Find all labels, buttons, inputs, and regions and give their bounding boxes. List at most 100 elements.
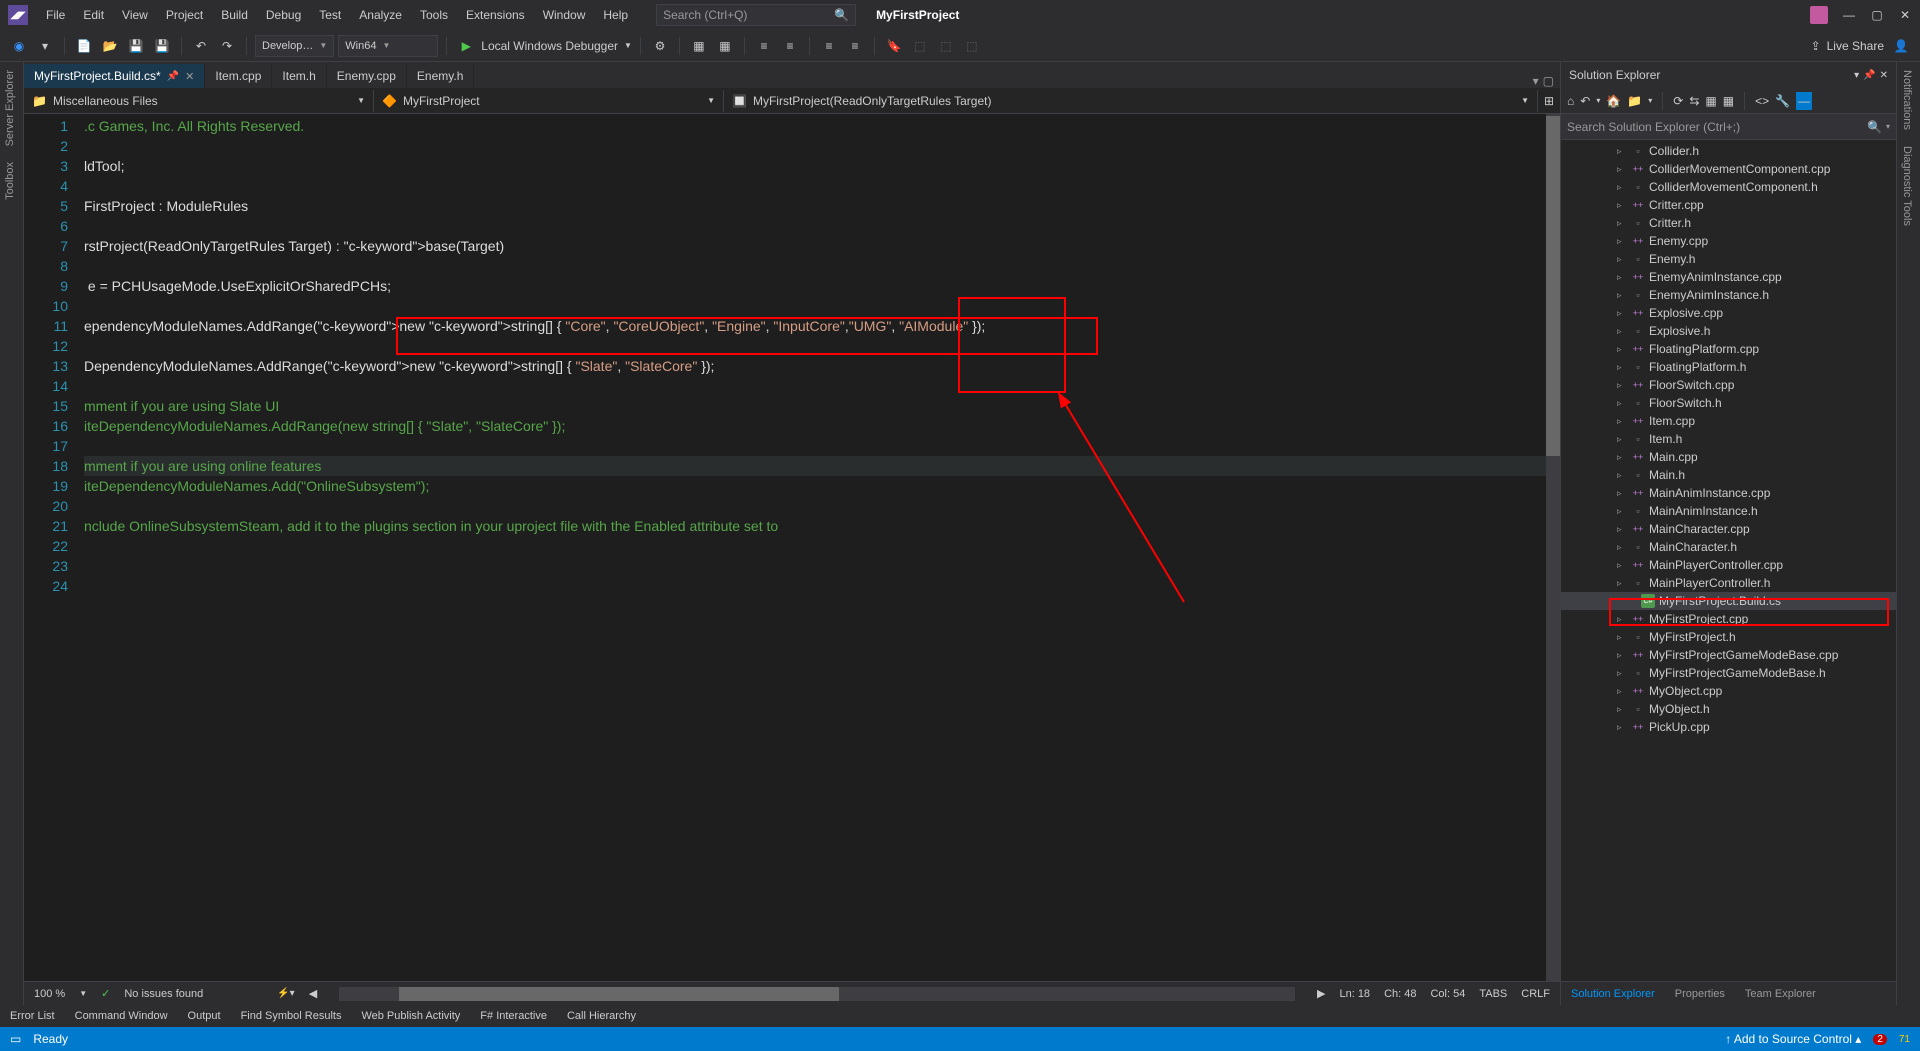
expand-arrow-icon[interactable]: ▹ [1617,542,1627,553]
panel-pin-icon[interactable]: 📌 [1863,70,1875,81]
open-file-button[interactable]: 📂 [99,35,121,57]
menu-tools[interactable]: Tools [412,4,456,26]
wrench-icon[interactable]: 🔧 [1775,94,1790,108]
back-icon[interactable]: ↶ [1580,94,1590,108]
menu-debug[interactable]: Debug [258,4,309,26]
expand-arrow-icon[interactable]: ▹ [1617,578,1627,589]
nav-type-dropdown[interactable]: 🔶 MyFirstProject ▼ [374,90,724,112]
expand-arrow-icon[interactable]: ▹ [1617,434,1627,445]
refresh-icon[interactable]: ⟳ [1673,94,1683,108]
editor-hscrollbar[interactable] [339,987,1295,1001]
tree-file-main-h[interactable]: ▹▫Main.h [1561,466,1896,484]
start-debug-button[interactable]: ▶ [455,35,477,57]
tab-error-list[interactable]: Error List [10,1010,55,1022]
source-control-button[interactable]: ↑ Add to Source Control ▴ [1725,1032,1861,1046]
toolbar-icon[interactable]: ▦ [688,35,710,57]
tree-file-item-cpp[interactable]: ▹++Item.cpp [1561,412,1896,430]
expand-arrow-icon[interactable]: ▹ [1617,560,1627,571]
diagnostic-tools-tab[interactable]: Diagnostic Tools [1897,138,1917,234]
expand-arrow-icon[interactable]: ▹ [1617,470,1627,481]
tree-file-explosive-cpp[interactable]: ▹++Explosive.cpp [1561,304,1896,322]
expand-arrow-icon[interactable]: ▹ [1617,380,1627,391]
expand-arrow-icon[interactable]: ▹ [1617,506,1627,517]
preview-icon[interactable]: <> [1755,94,1769,108]
quick-search-input[interactable]: Search (Ctrl+Q) 🔍 [656,4,856,26]
tab-enemy-cpp[interactable]: Enemy.cpp [327,64,407,88]
expand-arrow-icon[interactable]: ▹ [1617,416,1627,427]
toolbar-icon[interactable]: ⬚ [909,35,931,57]
expand-arrow-icon[interactable]: ▹ [1617,488,1627,499]
expand-arrow-icon[interactable]: ▹ [1617,614,1627,625]
tab-output[interactable]: Output [188,1010,221,1022]
split-editor-icon[interactable]: ⊞ [1538,90,1560,112]
tree-file-myobject-h[interactable]: ▹▫MyObject.h [1561,700,1896,718]
toolbar-icon[interactable]: ≡ [753,35,775,57]
expand-arrow-icon[interactable]: ▹ [1617,254,1627,265]
tab-item-cpp[interactable]: Item.cpp [205,64,272,88]
tree-file-myfirstproject-build-cs[interactable]: ▹C#MyFirstProject.Build.cs [1561,592,1896,610]
save-button[interactable]: 💾 [125,35,147,57]
tab-fsharp[interactable]: F# Interactive [480,1010,547,1022]
expand-arrow-icon[interactable]: ▹ [1617,164,1627,175]
expand-arrow-icon[interactable]: ▹ [1617,290,1627,301]
tab-properties[interactable]: Properties [1665,982,1735,1005]
tab-item-h[interactable]: Item.h [272,64,326,88]
expand-arrow-icon[interactable]: ▹ [1617,344,1627,355]
live-share-user-icon[interactable]: 👤 [1890,35,1912,57]
tree-file-item-h[interactable]: ▹▫Item.h [1561,430,1896,448]
tree-file-floatingplatform-cpp[interactable]: ▹++FloatingPlatform.cpp [1561,340,1896,358]
menu-test[interactable]: Test [311,4,349,26]
close-button[interactable]: ✕ [1898,8,1912,22]
expand-arrow-icon[interactable]: ▹ [1617,200,1627,211]
menu-window[interactable]: Window [535,4,594,26]
tree-file-explosive-h[interactable]: ▹▫Explosive.h [1561,322,1896,340]
expand-arrow-icon[interactable]: ▹ [1617,632,1627,643]
tab-call-hierarchy[interactable]: Call Hierarchy [567,1010,636,1022]
panel-dropdown-icon[interactable]: ▾ [1854,70,1859,81]
expand-arrow-icon[interactable]: ▹ [1617,218,1627,229]
properties-icon[interactable]: ▦ [1723,94,1734,108]
toolbar-icon[interactable]: ≡ [779,35,801,57]
tab-web-publish[interactable]: Web Publish Activity [361,1010,460,1022]
expand-arrow-icon[interactable]: ▹ [1617,704,1627,715]
tree-file-mainaniminstance-cpp[interactable]: ▹++MainAnimInstance.cpp [1561,484,1896,502]
tree-file-maincharacter-cpp[interactable]: ▹++MainCharacter.cpp [1561,520,1896,538]
sync-icon[interactable]: 🏠 [1606,94,1621,108]
menu-analyze[interactable]: Analyze [351,4,410,26]
server-explorer-tab[interactable]: Server Explorer [0,62,20,154]
save-all-button[interactable]: 💾 [151,35,173,57]
tree-file-pickup-cpp[interactable]: ▹++PickUp.cpp [1561,718,1896,736]
tree-file-enemy-h[interactable]: ▹▫Enemy.h [1561,250,1896,268]
toolbar-icon[interactable]: ▦ [714,35,736,57]
tree-file-myfirstprojectgamemodebase-h[interactable]: ▹▫MyFirstProjectGameModeBase.h [1561,664,1896,682]
tree-file-mainaniminstance-h[interactable]: ▹▫MainAnimInstance.h [1561,502,1896,520]
expand-arrow-icon[interactable]: ▹ [1617,236,1627,247]
tab-preview-icon[interactable]: ▾ [1533,74,1539,88]
undo-button[interactable]: ↶ [190,35,212,57]
notifications-tab[interactable]: Notifications [1897,62,1917,138]
tree-file-mainplayercontroller-h[interactable]: ▹▫MainPlayerController.h [1561,574,1896,592]
expand-arrow-icon[interactable]: ▹ [1617,398,1627,409]
solution-explorer-search[interactable]: Search Solution Explorer (Ctrl+;) 🔍 ▾ [1561,114,1896,140]
scroll-right-icon[interactable]: ▶ [1317,987,1325,1000]
menu-extensions[interactable]: Extensions [458,4,533,26]
toolbar-icon[interactable]: ≡ [844,35,866,57]
menu-project[interactable]: Project [158,4,211,26]
filter-icon[interactable]: — [1796,92,1812,110]
warning-count[interactable]: 71 [1899,1034,1910,1045]
tree-file-critter-h[interactable]: ▹▫Critter.h [1561,214,1896,232]
expand-arrow-icon[interactable]: ▹ [1617,686,1627,697]
menu-edit[interactable]: Edit [75,4,112,26]
nav-scope-dropdown[interactable]: 📁 Miscellaneous Files ▼ [24,90,374,112]
solution-platform-dropdown[interactable]: Win64▼ [338,35,438,57]
home-icon[interactable]: ⌂ [1567,94,1574,108]
tree-file-collider-h[interactable]: ▹▫Collider.h [1561,142,1896,160]
live-share-button[interactable]: Live Share [1827,39,1884,53]
pin-icon[interactable]: 📌 [167,71,179,82]
expand-arrow-icon[interactable]: ▹ [1617,668,1627,679]
tree-file-myfirstproject-cpp[interactable]: ▹++MyFirstProject.cpp [1561,610,1896,628]
tab-enemy-h[interactable]: Enemy.h [407,64,474,88]
tree-file-enemy-cpp[interactable]: ▹++Enemy.cpp [1561,232,1896,250]
tree-file-critter-cpp[interactable]: ▹++Critter.cpp [1561,196,1896,214]
bookmark-icon[interactable]: 🔖 [883,35,905,57]
